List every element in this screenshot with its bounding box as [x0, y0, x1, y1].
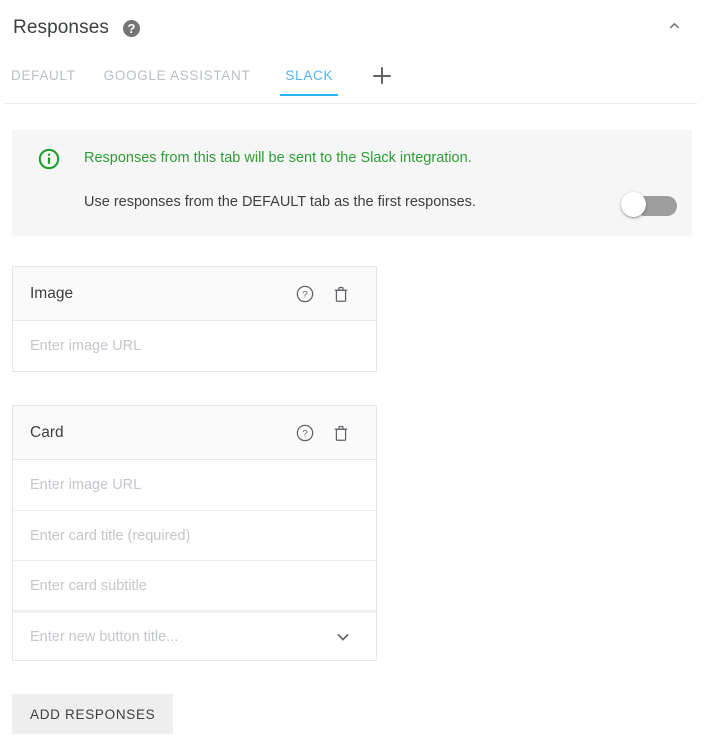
tabs-divider	[5, 103, 697, 104]
use-default-responses-toggle[interactable]	[621, 192, 677, 216]
info-circle-icon	[38, 148, 60, 170]
image-url-row[interactable]: Enter image URL	[13, 321, 376, 371]
response-card-header: Image ?	[13, 267, 376, 321]
help-circle-outline-icon[interactable]: ?	[292, 420, 318, 446]
tab-google-assistant[interactable]: GOOGLE ASSISTANT	[104, 68, 251, 96]
response-card-title: Image	[30, 285, 292, 303]
response-card-card: Card ? Enter image URL Enter card title …	[12, 405, 377, 661]
slack-info-banner: Responses from this tab will be sent to …	[12, 130, 692, 236]
page-title: Responses	[13, 17, 109, 39]
card-title-row[interactable]: Enter card title (required)	[13, 510, 376, 560]
card-title-input[interactable]: Enter card title (required)	[30, 528, 376, 544]
banner-default-tab-label: Use responses from the DEFAULT tab as th…	[84, 194, 476, 210]
trash-icon[interactable]	[328, 281, 354, 307]
panel-header: Responses ?	[0, 0, 705, 56]
response-tabs: DEFAULT GOOGLE ASSISTANT SLACK	[0, 68, 705, 104]
card-subtitle-row[interactable]: Enter card subtitle	[13, 560, 376, 610]
help-circle-outline-icon[interactable]: ?	[292, 281, 318, 307]
trash-icon[interactable]	[328, 420, 354, 446]
collapse-panel-button[interactable]	[657, 8, 691, 42]
add-responses-button[interactable]: ADD RESPONSES	[12, 694, 173, 734]
trash-glyph	[331, 423, 351, 443]
chevron-up-icon	[667, 18, 682, 33]
response-card-image: Image ? Enter image URL	[12, 266, 377, 372]
card-subtitle-input[interactable]: Enter card subtitle	[30, 578, 376, 594]
banner-integration-message: Responses from this tab will be sent to …	[84, 150, 472, 166]
tab-slack[interactable]: SLACK	[285, 68, 333, 96]
card-button-title-row[interactable]: Enter new button title...	[13, 610, 376, 660]
help-circle-outline-glyph: ?	[295, 284, 315, 304]
response-card-header: Card ?	[13, 406, 376, 460]
response-card-title: Card	[30, 424, 292, 442]
trash-glyph	[331, 284, 351, 304]
card-image-url-row[interactable]: Enter image URL	[13, 460, 376, 510]
svg-text:?: ?	[302, 289, 307, 300]
help-circle-outline-glyph: ?	[295, 423, 315, 443]
card-button-title-input[interactable]: Enter new button title...	[30, 629, 334, 645]
chevron-down-icon[interactable]	[334, 628, 352, 646]
plus-icon[interactable]	[371, 64, 393, 86]
tab-default[interactable]: DEFAULT	[11, 68, 76, 96]
card-image-url-input[interactable]: Enter image URL	[30, 477, 376, 493]
help-circle-filled-icon[interactable]: ?	[123, 20, 140, 37]
svg-text:?: ?	[302, 428, 307, 439]
toggle-knob	[621, 192, 646, 217]
image-url-input[interactable]: Enter image URL	[30, 338, 376, 354]
